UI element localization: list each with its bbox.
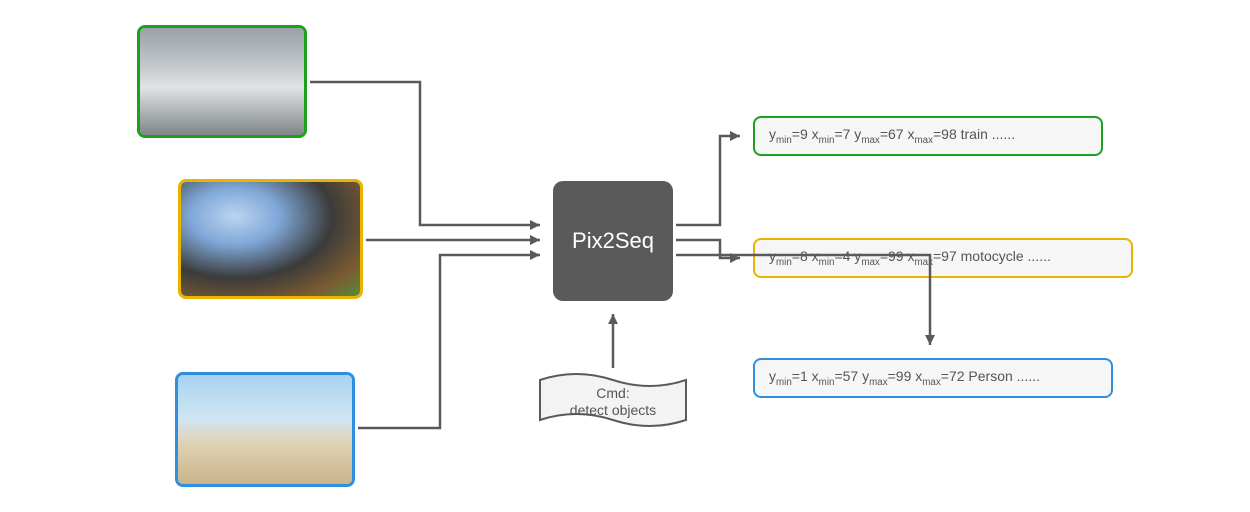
output-box-motorcycle: ymin=8 xmin=4 ymax=99 xmax=97 motocycle … bbox=[753, 238, 1133, 278]
command-box: Cmd: detect objects bbox=[538, 370, 688, 430]
output-box-train: ymin=9 xmin=7 ymax=67 xmax=98 train ....… bbox=[753, 116, 1103, 156]
output-text-person: ymin=1 xmin=57 ymax=99 xmax=72 Person ..… bbox=[769, 368, 1040, 388]
model-box: Pix2Seq bbox=[553, 181, 673, 301]
output-text-motorcycle: ymin=8 xmin=4 ymax=99 xmax=97 motocycle … bbox=[769, 248, 1051, 268]
input-image-person bbox=[175, 372, 355, 487]
command-line2: detect objects bbox=[570, 402, 656, 419]
command-line1: Cmd: bbox=[596, 385, 629, 402]
input-image-train bbox=[137, 25, 307, 138]
input-image-motorcycle bbox=[178, 179, 363, 299]
output-text-train: ymin=9 xmin=7 ymax=67 xmax=98 train ....… bbox=[769, 126, 1015, 146]
output-box-person: ymin=1 xmin=57 ymax=99 xmax=72 Person ..… bbox=[753, 358, 1113, 398]
model-label: Pix2Seq bbox=[572, 228, 654, 254]
